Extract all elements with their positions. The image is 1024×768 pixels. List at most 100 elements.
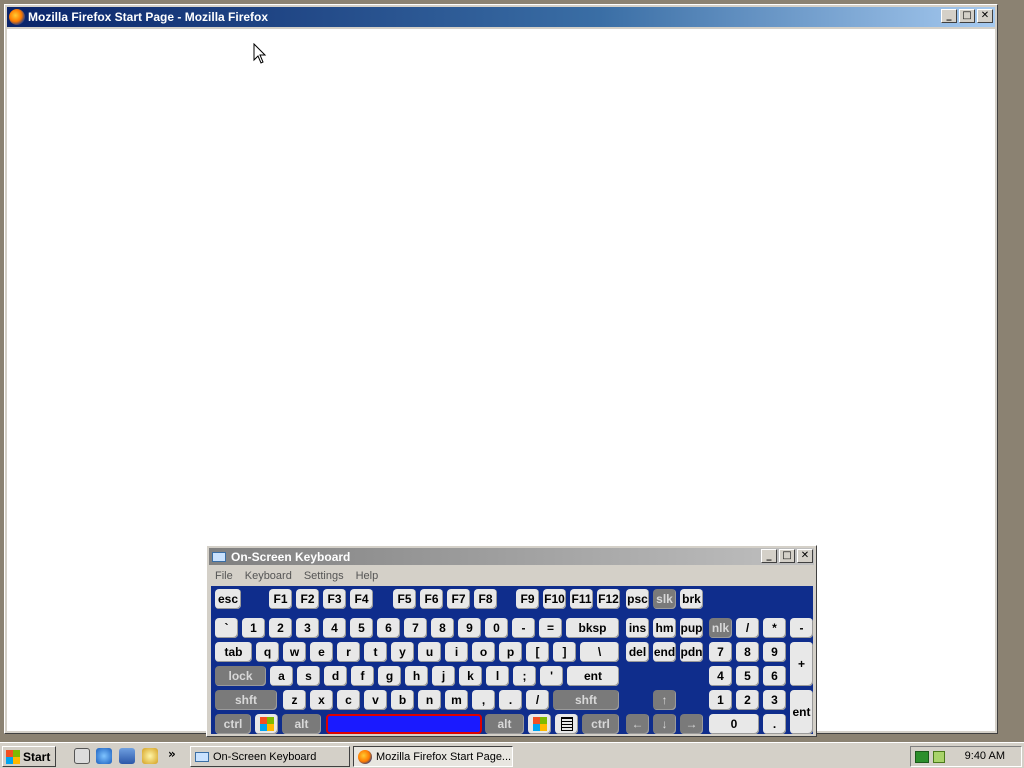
key-f4[interactable]: F4 [350, 589, 373, 609]
key-enter[interactable]: ent [567, 666, 619, 686]
key-numpad-3[interactable]: 3 [763, 690, 786, 710]
key-p[interactable]: p [499, 642, 522, 662]
key-numpad-decimal[interactable]: . [763, 714, 786, 734]
maximize-button[interactable]: □ [959, 9, 975, 23]
osk-maximize-button[interactable]: □ [779, 549, 795, 563]
key-9[interactable]: 9 [458, 618, 481, 638]
key-3[interactable]: 3 [296, 618, 319, 638]
key-slk[interactable]: slk [653, 589, 676, 609]
key-menu[interactable] [555, 714, 578, 734]
key-6[interactable]: 6 [377, 618, 400, 638]
key-f12[interactable]: F12 [597, 589, 620, 609]
osk-titlebar[interactable]: On-Screen Keyboard _ □ ✕ [209, 548, 814, 565]
network-icon[interactable] [915, 750, 929, 763]
key-4[interactable]: 4 [323, 618, 346, 638]
key-x[interactable]: x [310, 690, 333, 710]
key-f2[interactable]: F2 [296, 589, 319, 609]
key-y[interactable]: y [391, 642, 414, 662]
key-arrow-up[interactable]: ↑ [653, 690, 676, 710]
key-numpad-2[interactable]: 2 [736, 690, 759, 710]
search-icon[interactable] [142, 748, 158, 764]
key-backslash[interactable]: \ [580, 642, 619, 662]
key-numpad-plus[interactable]: + [790, 642, 813, 686]
key-t[interactable]: t [364, 642, 387, 662]
key-backtick[interactable]: ` [215, 618, 238, 638]
update-icon[interactable] [933, 750, 945, 763]
key-numpad-7[interactable]: 7 [709, 642, 732, 662]
key-n[interactable]: n [418, 690, 441, 710]
key-capslock[interactable]: lock [215, 666, 266, 686]
key-f5[interactable]: F5 [393, 589, 416, 609]
key-nlk[interactable]: nlk [709, 618, 732, 638]
key-e[interactable]: e [310, 642, 333, 662]
menu-keyboard[interactable]: Keyboard [239, 570, 298, 582]
key-pdn[interactable]: pdn [680, 642, 703, 662]
key-r[interactable]: r [337, 642, 360, 662]
key-numpad-minus[interactable]: - [790, 618, 813, 638]
key-d[interactable]: d [324, 666, 347, 686]
key-arrow-right[interactable]: → [680, 714, 703, 734]
key-v[interactable]: v [364, 690, 387, 710]
key-quote[interactable]: ' [540, 666, 563, 686]
key-l[interactable]: l [486, 666, 509, 686]
key-psc[interactable]: psc [626, 589, 649, 609]
internet-explorer-icon[interactable] [96, 748, 112, 764]
minimize-button[interactable]: _ [941, 9, 957, 23]
key-i[interactable]: i [445, 642, 468, 662]
key-f6[interactable]: F6 [420, 589, 443, 609]
key-period[interactable]: . [499, 690, 522, 710]
key-ins[interactable]: ins [626, 618, 649, 638]
key-1[interactable]: 1 [242, 618, 265, 638]
key-arrow-down[interactable]: ↓ [653, 714, 676, 734]
key-numpad-4[interactable]: 4 [709, 666, 732, 686]
key-numpad-6[interactable]: 6 [763, 666, 786, 686]
key-f7[interactable]: F7 [447, 589, 470, 609]
key-left-bracket[interactable]: [ [526, 642, 549, 662]
key-g[interactable]: g [378, 666, 401, 686]
key-left-ctrl[interactable]: ctrl [215, 714, 251, 734]
key-hm[interactable]: hm [653, 618, 676, 638]
key-numpad-8[interactable]: 8 [736, 642, 759, 662]
key-right-ctrl[interactable]: ctrl [582, 714, 619, 734]
key-del[interactable]: del [626, 642, 649, 662]
close-button[interactable]: ✕ [977, 9, 993, 23]
key-7[interactable]: 7 [404, 618, 427, 638]
osk-minimize-button[interactable]: _ [761, 549, 777, 563]
key-esc[interactable]: esc [215, 589, 241, 609]
key-q[interactable]: q [256, 642, 279, 662]
key-z[interactable]: z [283, 690, 306, 710]
task-on-screen-keyboard[interactable]: On-Screen Keyboard [190, 746, 350, 767]
key-f[interactable]: f [351, 666, 374, 686]
quicklaunch-more-icon[interactable]: » [168, 747, 176, 761]
key-end[interactable]: end [653, 642, 676, 662]
key-5[interactable]: 5 [350, 618, 373, 638]
firefox-titlebar[interactable]: Mozilla Firefox Start Page - Mozilla Fir… [7, 7, 995, 27]
key-arrow-left[interactable]: ← [626, 714, 649, 734]
key-2[interactable]: 2 [269, 618, 292, 638]
key-numpad-divide[interactable]: / [736, 618, 759, 638]
key-pup[interactable]: pup [680, 618, 703, 638]
key-brk[interactable]: brk [680, 589, 703, 609]
key-left-alt[interactable]: alt [282, 714, 321, 734]
key-f9[interactable]: F9 [516, 589, 539, 609]
key-a[interactable]: a [270, 666, 293, 686]
key-backspace[interactable]: bksp [566, 618, 619, 638]
key-minus[interactable]: - [512, 618, 535, 638]
key-spacebar[interactable] [326, 714, 482, 734]
key-c[interactable]: c [337, 690, 360, 710]
key-0[interactable]: 0 [485, 618, 508, 638]
key-numpad-enter[interactable]: ent [790, 690, 813, 734]
key-f8[interactable]: F8 [474, 589, 497, 609]
key-w[interactable]: w [283, 642, 306, 662]
key-s[interactable]: s [297, 666, 320, 686]
start-button[interactable]: Start [2, 746, 56, 767]
key-slash[interactable]: / [526, 690, 549, 710]
key-semicolon[interactable]: ; [513, 666, 536, 686]
key-left-windows[interactable] [255, 714, 278, 734]
key-comma[interactable]: , [472, 690, 495, 710]
show-desktop-icon[interactable] [74, 748, 90, 764]
key-right-bracket[interactable]: ] [553, 642, 576, 662]
key-numpad-5[interactable]: 5 [736, 666, 759, 686]
key-f11[interactable]: F11 [570, 589, 593, 609]
key-b[interactable]: b [391, 690, 414, 710]
